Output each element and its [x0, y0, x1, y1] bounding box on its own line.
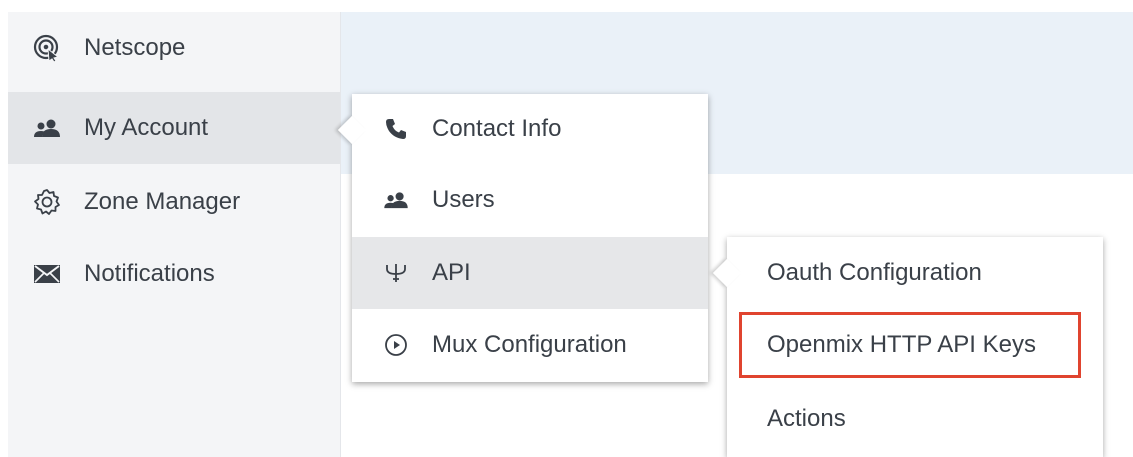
- gear-icon: [32, 187, 62, 217]
- menu-item-label: Mux Configuration: [432, 331, 627, 358]
- sidebar-item-my-account[interactable]: My Account: [8, 92, 340, 164]
- sidebar-item-notifications[interactable]: Notifications: [8, 238, 340, 310]
- envelope-icon: [32, 259, 62, 289]
- menu-item-api[interactable]: API: [352, 237, 708, 309]
- menu-item-oauth-configuration[interactable]: Oauth Configuration: [727, 237, 1103, 309]
- menu-item-label: Users: [432, 186, 495, 213]
- menu-item-actions[interactable]: Actions: [727, 383, 1103, 455]
- sidebar-item-label: Notifications: [84, 260, 215, 287]
- sidebar-item-label: Zone Manager: [84, 188, 241, 215]
- sidebar-item-zone-manager[interactable]: Zone Manager: [8, 166, 340, 238]
- highlight-box: [739, 312, 1081, 378]
- menu-item-label: Contact Info: [432, 115, 562, 142]
- menu-item-users[interactable]: Users: [352, 164, 708, 236]
- users-icon: [32, 113, 62, 143]
- sidebar-item-label: Netscope: [84, 34, 186, 61]
- menu-item-mux-configuration[interactable]: Mux Configuration: [352, 309, 708, 381]
- menu-item-contact-info[interactable]: Contact Info: [352, 94, 708, 164]
- sidebar-item-netscope[interactable]: Netscope: [8, 12, 340, 84]
- my-account-submenu: Contact Info Users API Mux Configuration: [337, 94, 708, 382]
- users-icon: [382, 186, 410, 214]
- api-icon: [382, 259, 410, 287]
- menu-item-label: API: [432, 259, 471, 286]
- sidebar-item-label: My Account: [84, 114, 209, 141]
- netscope-icon: [32, 33, 62, 63]
- menu-item-label: Oauth Configuration: [767, 259, 982, 286]
- menu-item-label: Actions: [767, 405, 846, 432]
- play-circle-icon: [382, 331, 410, 359]
- sidebar: Netscope My Account Zone Manager Notific…: [8, 12, 341, 457]
- api-submenu: Oauth Configuration Openmix HTTP API Key…: [712, 237, 1103, 457]
- phone-icon: [382, 115, 410, 143]
